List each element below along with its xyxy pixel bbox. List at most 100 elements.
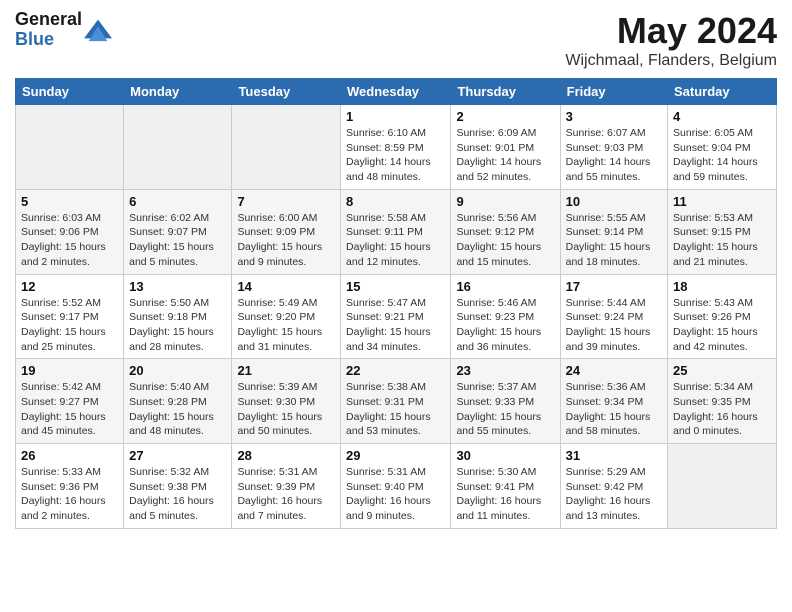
calendar-cell: 24Sunrise: 5:36 AMSunset: 9:34 PMDayligh…	[560, 359, 667, 444]
day-info: Sunrise: 5:50 AMSunset: 9:18 PMDaylight:…	[129, 296, 226, 355]
sunrise-text: Sunrise: 5:36 AM	[566, 381, 646, 393]
day-info: Sunrise: 5:58 AMSunset: 9:11 PMDaylight:…	[346, 211, 445, 270]
col-saturday: Saturday	[668, 79, 777, 105]
day-number: 17	[566, 279, 662, 294]
day-number: 23	[456, 363, 554, 378]
day-info: Sunrise: 5:34 AMSunset: 9:35 PMDaylight:…	[673, 380, 771, 439]
day-number: 14	[237, 279, 335, 294]
sunset-text: Sunset: 9:24 PM	[566, 311, 644, 323]
sunset-text: Sunset: 9:12 PM	[456, 226, 534, 238]
daylight-text: Daylight: 15 hours and 53 minutes.	[346, 411, 431, 438]
calendar-week-row: 26Sunrise: 5:33 AMSunset: 9:36 PMDayligh…	[16, 444, 777, 529]
calendar-cell: 25Sunrise: 5:34 AMSunset: 9:35 PMDayligh…	[668, 359, 777, 444]
daylight-text: Daylight: 16 hours and 7 minutes.	[237, 495, 322, 522]
day-info: Sunrise: 5:44 AM Sunset: 9:24 PM Daylight:…	[566, 296, 662, 355]
calendar-cell: 11Sunrise: 5:53 AMSunset: 9:15 PMDayligh…	[668, 189, 777, 274]
sunset-text: Sunset: 9:40 PM	[346, 481, 424, 493]
sunset-text: Sunset: 9:41 PM	[456, 481, 534, 493]
day-number: 11	[673, 194, 771, 209]
col-tuesday: Tuesday	[232, 79, 341, 105]
sunrise-text: Sunrise: 5:30 AM	[456, 466, 536, 478]
daylight-text: Daylight: 15 hours and 15 minutes.	[456, 241, 541, 268]
calendar-cell: 12Sunrise: 5:52 AMSunset: 9:17 PMDayligh…	[16, 274, 124, 359]
sunset-text: Sunset: 9:33 PM	[456, 396, 534, 408]
day-number: 2	[456, 109, 554, 124]
col-wednesday: Wednesday	[341, 79, 451, 105]
day-number: 16	[456, 279, 554, 294]
daylight-text: Daylight: 15 hours and 55 minutes.	[456, 411, 541, 438]
calendar-cell: 31Sunrise: 5:29 AMSunset: 9:42 PMDayligh…	[560, 444, 667, 529]
sunrise-text: Sunrise: 5:38 AM	[346, 381, 426, 393]
day-info: Sunrise: 5:36 AM Sunset: 9:34 PM Daylight:…	[566, 380, 662, 439]
header-row: Sunday Monday Tuesday Wednesday Thursday…	[16, 79, 777, 105]
daylight-text: Daylight: 16 hours and 5 minutes.	[129, 495, 214, 522]
calendar-cell: 16 Sunrise: 5:46 AMSunset: 9:23 PMDayligh…	[451, 274, 560, 359]
sunrise-text: Sunrise: 5:43 AM	[673, 297, 753, 309]
daylight-text: Daylight: 15 hours and 9 minutes.	[237, 241, 322, 268]
calendar-cell: 8Sunrise: 5:58 AMSunset: 9:11 PMDaylight…	[341, 189, 451, 274]
col-sunday: Sunday	[16, 79, 124, 105]
daylight-text: Daylight: 16 hours and 2 minutes.	[21, 495, 106, 522]
daylight-text: Daylight: 15 hours and 50 minutes.	[237, 411, 322, 438]
sunset-text: Sunset: 9:34 PM	[566, 396, 644, 408]
sunset-text: Sunset: 9:18 PM	[129, 311, 207, 323]
daylight-text: Daylight: 15 hours and 48 minutes.	[129, 411, 214, 438]
daylight-text: Daylight: 15 hours and 34 minutes.	[346, 326, 431, 353]
day-info: Sunrise: 5:38 AM Sunset: 9:31 PM Daylight:…	[346, 380, 445, 439]
sunset-text: Sunset: 9:04 PM	[673, 142, 751, 154]
sunrise-text: Sunrise: 5:52 AM	[21, 297, 101, 309]
day-info: Sunrise: 5:43 AMSunset: 9:26 PMDaylight:…	[673, 296, 771, 355]
daylight-text: Daylight: 15 hours and 58 minutes.	[566, 411, 651, 438]
calendar-cell: 10Sunrise: 5:55 AMSunset: 9:14 PMDayligh…	[560, 189, 667, 274]
sunrise-text: Sunrise: 5:44 AM	[566, 297, 646, 309]
sunrise-text: Sunrise: 5:42 AM	[21, 381, 101, 393]
sunset-text: Sunset: 9:35 PM	[673, 396, 751, 408]
day-number: 18	[673, 279, 771, 294]
location-subtitle: Wijchmaal, Flanders, Belgium	[565, 52, 777, 70]
day-number: 22	[346, 363, 445, 378]
day-info: Sunrise: 5:30 AMSunset: 9:41 PMDaylight:…	[456, 465, 554, 524]
day-info: Sunrise: 5:37 AMSunset: 9:33 PMDaylight:…	[456, 380, 554, 439]
sunset-text: Sunset: 9:14 PM	[566, 226, 644, 238]
calendar-week-row: 19Sunrise: 5:42 AMSunset: 9:27 PMDayligh…	[16, 359, 777, 444]
daylight-text: Daylight: 15 hours and 45 minutes.	[21, 411, 106, 438]
sunrise-text: Sunrise: 5:47 AM	[346, 297, 426, 309]
day-number: 25	[673, 363, 771, 378]
daylight-text: Daylight: 15 hours and 2 minutes.	[21, 241, 106, 268]
sunrise-text: Sunrise: 5:53 AM	[673, 212, 753, 224]
day-info: Sunrise: 5:31 AMSunset: 9:40 PMDaylight:…	[346, 465, 445, 524]
sunrise-text: Sunrise: 6:07 AM	[566, 127, 646, 139]
sunrise-text: Sunrise: 5:34 AM	[673, 381, 753, 393]
calendar-cell	[668, 444, 777, 529]
daylight-text: Daylight: 15 hours and 39 minutes.	[566, 326, 651, 353]
day-number: 30	[456, 448, 554, 463]
sunrise-text: Sunrise: 5:40 AM	[129, 381, 209, 393]
day-info: Sunrise: 5:56 AM Sunset: 9:12 PM Daylight:…	[456, 211, 554, 270]
calendar-cell: 30Sunrise: 5:30 AMSunset: 9:41 PMDayligh…	[451, 444, 560, 529]
day-info: Sunrise: 5:39 AMSunset: 9:30 PMDaylight:…	[237, 380, 335, 439]
sunset-text: Sunset: 9:06 PM	[21, 226, 99, 238]
sunrise-text: Sunrise: 6:09 AM	[456, 127, 536, 139]
day-number: 3	[566, 109, 662, 124]
day-number: 13	[129, 279, 226, 294]
day-info: Sunrise: 5:47 AM Sunset: 9:21 PM Daylight:…	[346, 296, 445, 355]
calendar-cell: 13 Sunrise: 5:50 AMSunset: 9:18 PMDayligh…	[124, 274, 232, 359]
logo-general-text: General	[15, 10, 82, 30]
day-info: Sunrise: 5:46 AMSunset: 9:23 PMDaylight:…	[456, 296, 554, 355]
sunrise-text: Sunrise: 5:31 AM	[237, 466, 317, 478]
sunrise-text: Sunrise: 5:56 AM	[456, 212, 536, 224]
sunset-text: Sunset: 9:31 PM	[346, 396, 424, 408]
day-number: 19	[21, 363, 118, 378]
day-number: 29	[346, 448, 445, 463]
sunset-text: Sunset: 9:28 PM	[129, 396, 207, 408]
sunset-text: Sunset: 9:15 PM	[673, 226, 751, 238]
calendar-cell: 23 Sunrise: 5:37 AMSunset: 9:33 PMDayligh…	[451, 359, 560, 444]
calendar-cell: 6Sunrise: 6:02 AMSunset: 9:07 PMDaylight…	[124, 189, 232, 274]
day-number: 6	[129, 194, 226, 209]
sunset-text: Sunset: 9:39 PM	[237, 481, 315, 493]
day-number: 27	[129, 448, 226, 463]
sunrise-text: Sunrise: 6:05 AM	[673, 127, 753, 139]
sunset-text: Sunset: 9:21 PM	[346, 311, 424, 323]
calendar-week-row: 1Sunrise: 6:10 AMSunset: 8:59 PMDaylight…	[16, 105, 777, 190]
day-info: Sunrise: 6:05 AMSunset: 9:04 PMDaylight:…	[673, 126, 771, 185]
